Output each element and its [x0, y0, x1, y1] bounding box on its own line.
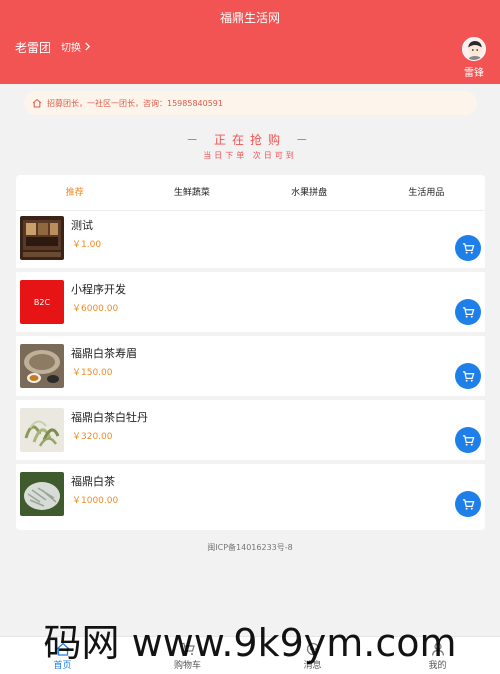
bottom-tabbar: 首页 购物车 消息 我的	[0, 636, 500, 674]
product-price: ￥320.00	[72, 432, 113, 442]
icp-record[interactable]: 闽ICP备14016233号-8	[0, 542, 500, 553]
app-title: 福鼎生活网	[219, 11, 280, 25]
switch-label: 切换	[61, 43, 81, 54]
user-name: 雷锋	[464, 68, 484, 79]
product-name[interactable]: 小程序开发	[71, 281, 126, 297]
product-price: ￥6000.00	[72, 304, 119, 314]
product-price: ￥1.00	[72, 240, 102, 250]
header-bar: 福鼎生活网 老雷团 切换 雷锋	[0, 0, 500, 84]
product-item[interactable]: B2C 小程序开发 ￥6000.00	[16, 276, 485, 336]
product-price: ￥1000.00	[72, 496, 119, 506]
notice-text: 招募团长，一社区一团长，咨询：15985840591	[47, 98, 223, 108]
tabbar-cart[interactable]: 购物车	[125, 637, 250, 674]
product-name[interactable]: 福鼎白茶寿眉	[71, 345, 137, 361]
home-icon	[32, 98, 42, 108]
category-tabs: 推荐 生鲜蔬菜 水果拼盘 生活用品	[16, 175, 485, 211]
product-thumbnail[interactable]	[20, 408, 64, 452]
b2c-thumb-label: B2C	[33, 297, 51, 307]
notice-banner[interactable]: 招募团长，一社区一团长，咨询：15985840591	[24, 91, 477, 115]
tabbar-home[interactable]: 首页	[0, 637, 125, 674]
product-thumbnail[interactable]	[20, 344, 64, 388]
product-thumbnail[interactable]	[20, 472, 64, 516]
chevron-right-icon	[85, 42, 91, 51]
cart-icon	[462, 370, 474, 382]
add-to-cart-button[interactable]	[455, 363, 481, 389]
product-thumbnail[interactable]	[20, 216, 64, 260]
avatar[interactable]	[462, 37, 486, 61]
add-to-cart-button[interactable]	[455, 427, 481, 453]
add-to-cart-button[interactable]	[455, 299, 481, 325]
tabbar-home-label: 首页	[53, 661, 72, 671]
product-card: 推荐 生鲜蔬菜 水果拼盘 生活用品 测试 ￥1.00 B2C 小程序开发 ￥60…	[16, 175, 485, 530]
product-item[interactable]: 福鼎白茶寿眉 ￥150.00	[16, 340, 485, 400]
product-item[interactable]: 福鼎白茶白牡丹 ￥320.00	[16, 404, 485, 464]
cart-icon	[462, 306, 474, 318]
product-name[interactable]: 福鼎白茶白牡丹	[71, 409, 148, 425]
user-icon	[431, 642, 444, 656]
cart-icon	[181, 642, 195, 655]
tabbar-mine[interactable]: 我的	[375, 637, 500, 674]
tab-daily-goods[interactable]: 生活用品	[368, 175, 485, 210]
tabbar-message[interactable]: 消息	[250, 637, 375, 674]
product-name[interactable]: 测试	[71, 217, 93, 233]
product-item[interactable]: 福鼎白茶 ￥1000.00	[16, 468, 485, 528]
rush-title: － 正在抢购 －	[186, 133, 314, 147]
product-name[interactable]: 福鼎白茶	[71, 473, 115, 489]
add-to-cart-button[interactable]	[455, 491, 481, 517]
product-item[interactable]: 测试 ￥1.00	[16, 212, 485, 272]
home-icon	[56, 642, 69, 656]
tab-fresh-vegetables[interactable]: 生鲜蔬菜	[133, 175, 250, 210]
cart-icon	[462, 434, 474, 446]
switch-button[interactable]: 切换	[61, 39, 92, 54]
product-price: ￥150.00	[72, 368, 113, 378]
tabbar-mine-label: 我的	[428, 661, 447, 671]
tab-fruit-platter[interactable]: 水果拼盘	[251, 175, 368, 210]
add-to-cart-button[interactable]	[455, 235, 481, 261]
product-thumbnail[interactable]: B2C	[20, 280, 64, 324]
cart-icon	[462, 498, 474, 510]
tab-recommend[interactable]: 推荐	[16, 175, 133, 210]
tabbar-cart-label: 购物车	[173, 661, 201, 671]
message-icon	[306, 642, 319, 656]
group-leader-name: 老雷团	[15, 41, 52, 55]
cart-icon	[462, 242, 474, 254]
tabbar-message-label: 消息	[303, 661, 322, 671]
rush-subtitle: 当日下单 次日可到	[203, 151, 297, 160]
